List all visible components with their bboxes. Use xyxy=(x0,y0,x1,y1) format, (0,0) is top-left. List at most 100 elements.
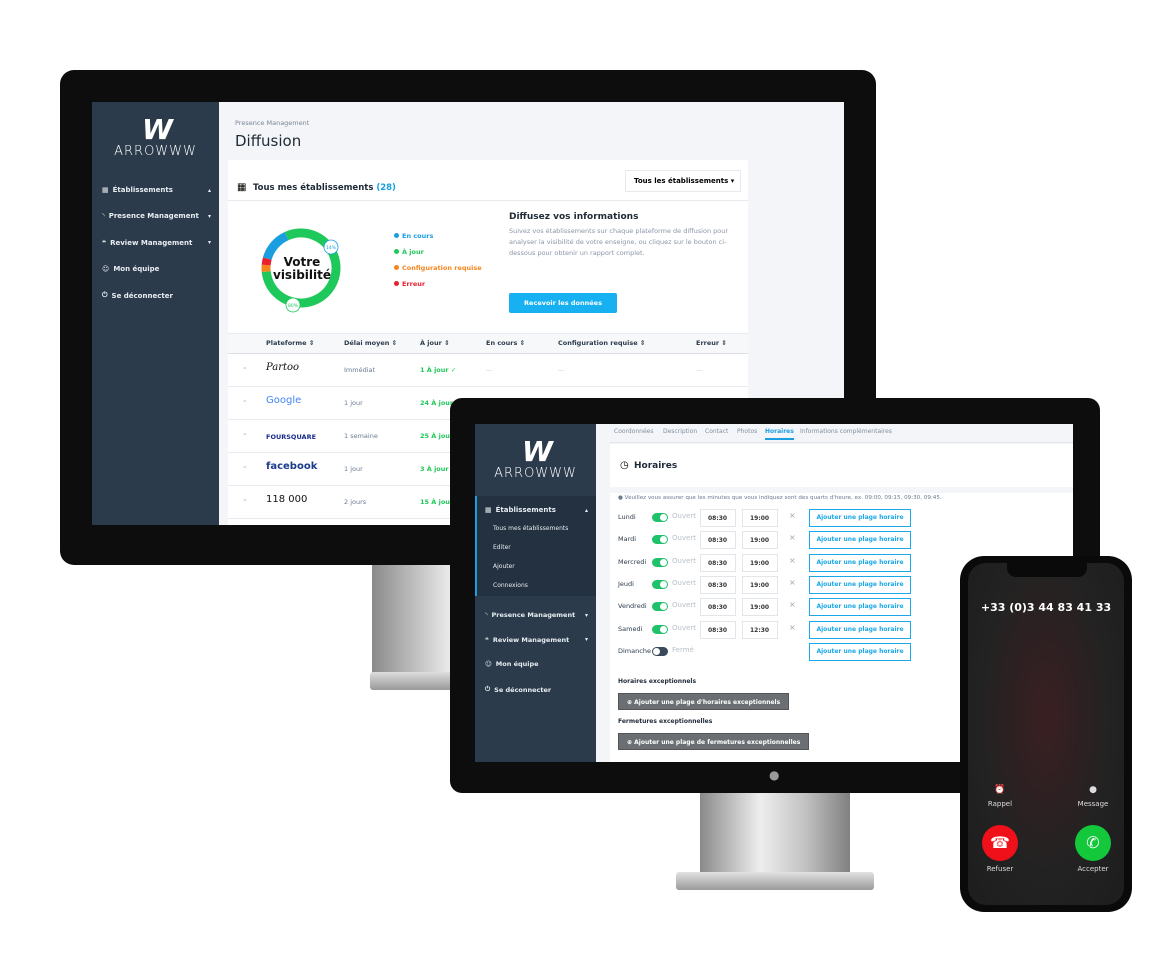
caret-up-icon: ▴ xyxy=(584,506,588,514)
open-toggle[interactable] xyxy=(652,513,668,522)
sidebar-item-etablissements[interactable]: ▦ Établissements ▴ xyxy=(485,506,588,514)
open-toggle[interactable] xyxy=(652,579,668,589)
add-time-slot-button[interactable]: Ajouter une plage horaire xyxy=(809,575,911,594)
sidebar: W ARROWWW ▦ Établissements ▴ Tous mes étab… xyxy=(475,424,596,762)
logo-text: ARROWWW xyxy=(494,466,577,481)
opening-time-input[interactable]: 08:30 xyxy=(700,509,736,527)
submenu-item[interactable]: Tous mes établissements xyxy=(493,525,588,532)
sidebar-item-3[interactable]: ☺ Mon équipe xyxy=(102,265,211,273)
add-exceptional-hours-button[interactable]: ⊕ Ajouter une plage d'horaires exception… xyxy=(618,693,790,710)
remove-slot-icon[interactable]: × xyxy=(789,511,796,520)
tab-2[interactable]: Contact xyxy=(705,428,728,435)
receive-data-button[interactable]: Recevoir les données xyxy=(509,293,617,313)
chevron-up-icon[interactable]: ⌃ xyxy=(242,432,247,440)
column-header[interactable]: Délai moyen ⇕ xyxy=(344,339,397,347)
plus-circle-icon: ⊕ xyxy=(627,739,633,746)
button-label: Ajouter une plage d'horaires exceptionne… xyxy=(634,699,781,706)
clock-icon: ◷ xyxy=(620,460,629,471)
building-icon: ▦ xyxy=(485,506,492,514)
chevron-up-icon[interactable]: ⌃ xyxy=(242,399,247,407)
add-exceptional-closure-button[interactable]: ⊕ Ajouter une plage de fermetures except… xyxy=(618,733,810,750)
closing-time-input[interactable]: 19:00 xyxy=(742,531,778,550)
sidebar-item-1[interactable]: ◝ Presence Management ▾ xyxy=(102,212,211,220)
tab-0[interactable]: Coordonnées xyxy=(614,428,654,435)
open-toggle[interactable] xyxy=(652,646,668,656)
sidebar-item-3[interactable]: ⏻ Se déconnecter xyxy=(485,685,588,694)
sidebar-item-2[interactable]: ❝ Review Management ▾ xyxy=(102,239,211,247)
donut-label-en-cours: 14% xyxy=(326,245,337,251)
submenu-item[interactable]: Editer xyxy=(493,544,588,551)
open-status: Ouvert xyxy=(672,623,697,632)
closing-time-input[interactable]: 19:00 xyxy=(742,598,778,617)
legend-item: À jour xyxy=(394,248,424,256)
sidebar-item-1[interactable]: ❝ Review Management ▾ xyxy=(485,636,588,644)
establishment-filter-dropdown[interactable]: Tous les établissements ▾ xyxy=(625,170,741,192)
table-row[interactable]: ⌃ Partoo Immédiat 1 À jour ✓ — — — xyxy=(228,354,748,387)
legend-item: En cours xyxy=(394,232,433,240)
chevron-up-icon[interactable]: ⌃ xyxy=(242,366,247,374)
opening-time-input[interactable]: 08:30 xyxy=(700,620,736,639)
open-toggle[interactable] xyxy=(652,602,668,612)
tab-4[interactable]: Horaires xyxy=(765,428,794,440)
open-status: Ouvert xyxy=(672,556,697,565)
add-time-slot-button[interactable]: Ajouter une plage horaire xyxy=(809,642,911,661)
building-icon: ▦ xyxy=(237,182,247,193)
remind-label[interactable]: Rappel xyxy=(970,800,1030,808)
open-toggle[interactable] xyxy=(652,624,668,634)
open-toggle[interactable] xyxy=(652,535,668,545)
alarm-icon[interactable]: ⏰ xyxy=(970,785,1030,795)
opening-time-input[interactable]: 08:30 xyxy=(700,553,736,572)
sidebar-item-4[interactable]: ⏻ Se déconnecter xyxy=(102,291,211,300)
open-toggle[interactable] xyxy=(652,557,668,567)
plus-circle-icon: ⊕ xyxy=(627,699,633,706)
tab-5[interactable]: Informations complémentaires xyxy=(800,428,892,435)
closing-time-input[interactable]: 19:00 xyxy=(742,553,778,572)
remove-slot-icon[interactable]: × xyxy=(789,600,796,609)
chevron-up-icon[interactable]: ⌃ xyxy=(242,465,247,473)
closing-time-input[interactable]: 19:00 xyxy=(742,509,778,527)
submenu-item[interactable]: Connexions xyxy=(493,582,588,589)
column-header[interactable]: En cours ⇕ xyxy=(486,339,525,347)
remove-slot-icon[interactable]: × xyxy=(789,556,796,565)
closing-time-input[interactable]: 12:30 xyxy=(742,620,778,639)
up-to-date-count: 15 À jour xyxy=(420,498,454,506)
opening-time-input[interactable]: 08:30 xyxy=(700,598,736,617)
add-time-slot-button[interactable]: Ajouter une plage horaire xyxy=(809,620,911,639)
day-label: Mardi xyxy=(618,535,637,544)
column-header[interactable]: Plateforme ⇕ xyxy=(266,339,314,347)
remove-slot-icon[interactable]: × xyxy=(789,623,796,632)
average-delay: 1 semaine xyxy=(344,432,378,440)
sidebar-item-label: Review Management xyxy=(110,238,193,247)
breadcrumb[interactable]: Presence Management xyxy=(235,119,309,127)
comments-icon: ❝ xyxy=(102,238,107,247)
chevron-up-icon[interactable]: ⌃ xyxy=(242,498,247,506)
column-header[interactable]: À jour ⇕ xyxy=(420,339,450,347)
filter-value: Tous les établissements xyxy=(634,177,729,185)
closing-time-input[interactable]: 19:00 xyxy=(742,575,778,594)
remove-slot-icon[interactable]: × xyxy=(789,578,796,587)
tab-1[interactable]: Description xyxy=(663,428,697,435)
tab-3[interactable]: Photos xyxy=(737,428,757,435)
add-time-slot-button[interactable]: Ajouter une plage horaire xyxy=(809,598,911,617)
column-header[interactable]: Configuration requise ⇕ xyxy=(558,339,645,347)
sidebar-item-0[interactable]: ▦ Établissements ▴ xyxy=(102,186,211,194)
caret-icon: ▾ xyxy=(584,611,588,619)
day-label: Samedi xyxy=(618,624,643,633)
opening-time-input[interactable]: 08:30 xyxy=(700,575,736,594)
submenu-item[interactable]: Ajouter xyxy=(493,563,588,570)
remove-slot-icon[interactable]: × xyxy=(789,533,796,542)
column-header[interactable]: Erreur ⇕ xyxy=(696,339,727,347)
donut-center-label: Votre visibilité xyxy=(272,256,332,282)
average-delay: Immédiat xyxy=(344,366,376,374)
message-icon[interactable]: ● xyxy=(1063,785,1123,795)
message-label[interactable]: Message xyxy=(1063,800,1123,808)
opening-time-input[interactable]: 08:30 xyxy=(700,531,736,550)
add-time-slot-button[interactable]: Ajouter une plage horaire xyxy=(809,553,911,572)
sidebar-item-2[interactable]: ☺ Mon équipe xyxy=(485,660,588,668)
add-time-slot-button[interactable]: Ajouter une plage horaire xyxy=(809,531,911,550)
sidebar-item-0[interactable]: ◝ Presence Management ▾ xyxy=(485,611,588,619)
add-time-slot-button[interactable]: Ajouter une plage horaire xyxy=(809,509,911,527)
decline-call-button[interactable]: ☎ xyxy=(982,825,1018,861)
accept-call-button[interactable]: ✆ xyxy=(1075,825,1111,861)
up-to-date-count: 3 À jour xyxy=(420,465,449,473)
